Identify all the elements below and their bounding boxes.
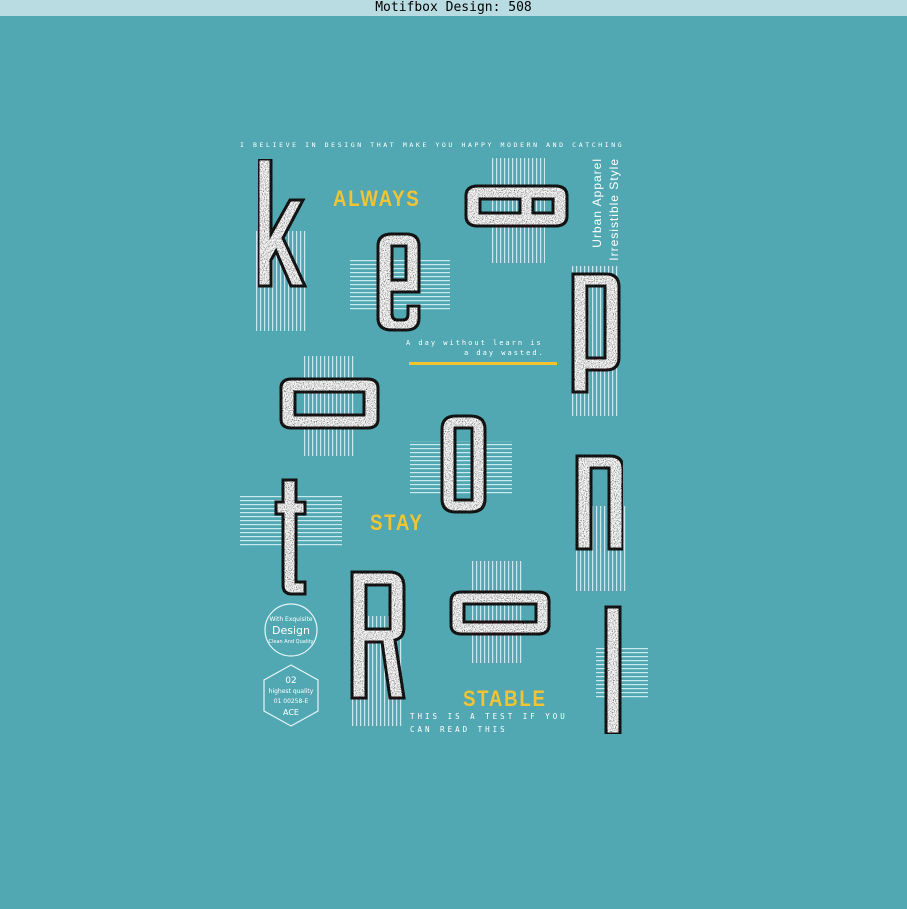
badge-hex-line1: 02: [285, 676, 296, 686]
quote-line-1: A day without learn is: [406, 339, 543, 347]
vertical-text-urban: Urban Apparel: [590, 158, 604, 248]
word-always: ALWAYS: [333, 186, 421, 211]
badge-hex-line3: 01 00258-E: [274, 698, 309, 705]
badge-circle-line1: With Exquisite: [270, 616, 313, 623]
vertical-text-style: Irresistible Style: [607, 158, 621, 261]
tagline-top: I BELIEVE IN DESIGN THAT MAKE YOU HAPPY …: [240, 141, 625, 149]
hexagon-badge: 02 highest quality 01 00258-E ACE: [263, 664, 319, 727]
quote-underline: [409, 362, 557, 365]
badge-hex-line2: highest quality: [269, 688, 314, 695]
design-canvas: With Exquisite Design Clean And Quality …: [0, 16, 907, 909]
design-artwork: With Exquisite Design Clean And Quality …: [240, 157, 648, 736]
letter-l: [604, 605, 622, 736]
badge-circle-line3: Clean And Quality: [269, 639, 314, 645]
letter-e-1: [376, 232, 421, 332]
quote-line-2: a day wasted.: [464, 349, 545, 357]
badge-circle-line2: Design: [272, 624, 310, 637]
bottom-line-1: THIS IS A TEST IF YOU: [410, 712, 568, 721]
window-title: Motifbox Design: 508: [0, 0, 907, 16]
badge-hex-line4: ACE: [283, 708, 299, 717]
bottom-line-2: CAN READ THIS: [410, 725, 508, 734]
word-stable: STABLE: [463, 686, 547, 711]
circle-badge: With Exquisite Design Clean And Quality: [264, 603, 318, 657]
word-stay: STAY: [370, 510, 424, 535]
